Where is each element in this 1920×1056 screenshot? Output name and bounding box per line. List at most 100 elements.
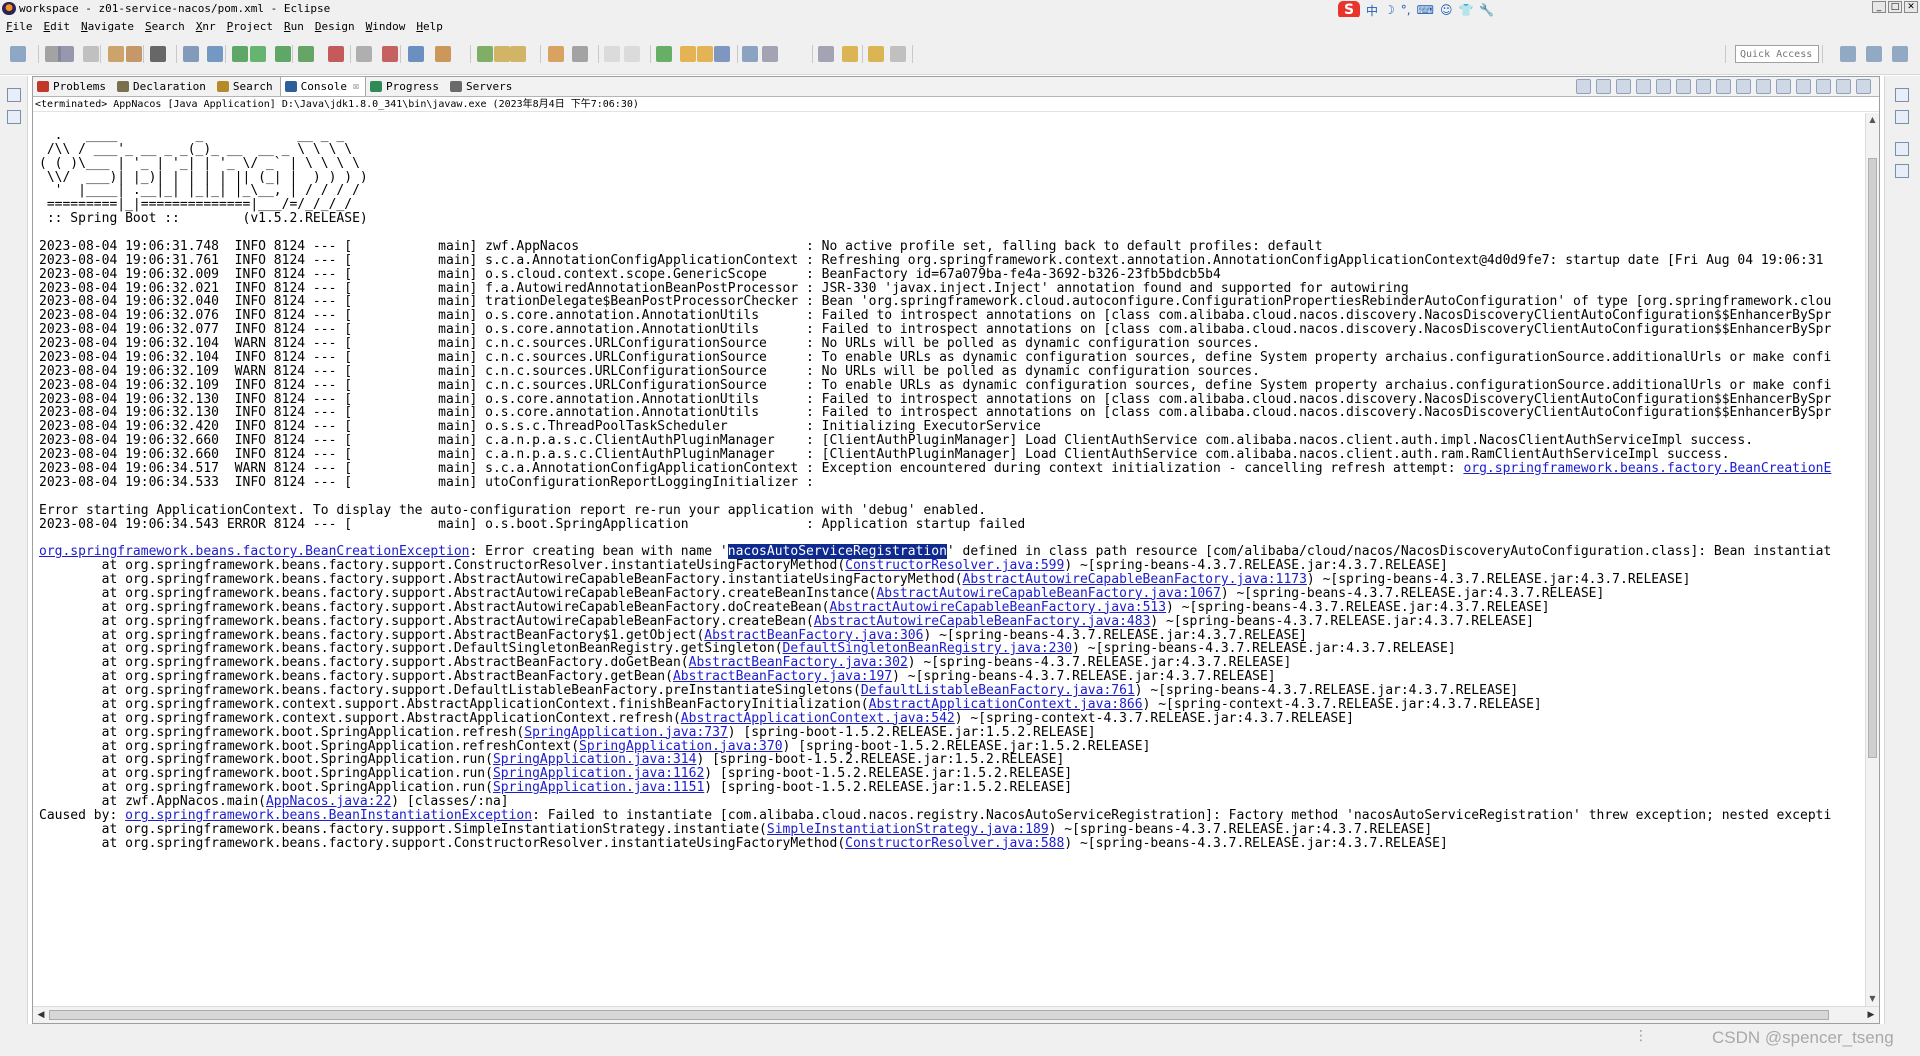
toolbar-action-icon[interactable] [510, 46, 526, 62]
toolbar-action-icon[interactable] [126, 46, 142, 62]
minimize-button[interactable]: _ [1872, 1, 1886, 13]
restore-icon[interactable] [1895, 88, 1909, 102]
word-wrap-icon[interactable] [1696, 79, 1711, 94]
toolbar-action-icon[interactable] [207, 46, 223, 62]
toolbar-action-icon[interactable] [604, 46, 620, 62]
package-explorer-icon[interactable] [7, 110, 21, 124]
vertical-scrollbar[interactable]: ▲ ▼ [1865, 113, 1879, 1006]
ime-tool-icon[interactable]: 🔧 [1479, 3, 1494, 17]
toolbar-action-icon[interactable] [742, 46, 758, 62]
toolbar-action-icon[interactable] [10, 46, 26, 62]
tab-problems[interactable]: Problems [33, 77, 113, 96]
menu-search[interactable]: Search [145, 20, 185, 33]
toolbar-action-icon[interactable] [83, 46, 99, 62]
ime-tool-icon[interactable]: ⌨ [1417, 3, 1434, 17]
tab-console[interactable]: Console ☒ [279, 76, 366, 96]
menu-navigate[interactable]: Navigate [81, 20, 134, 33]
toolbar-action-icon[interactable] [842, 46, 858, 62]
tab-search[interactable]: Search [213, 77, 280, 96]
tab-servers[interactable]: Servers [446, 77, 519, 96]
toolbar-action-icon[interactable] [548, 46, 564, 62]
toolbar-action-icon[interactable] [890, 46, 906, 62]
scroll-thumb[interactable] [1868, 158, 1877, 758]
view-menu-icon[interactable] [1816, 79, 1831, 94]
task-list-icon[interactable] [1895, 164, 1909, 178]
menu-project[interactable]: Project [227, 20, 273, 33]
toolbar-action-icon[interactable] [108, 46, 124, 62]
pin-console-icon[interactable] [1576, 79, 1591, 94]
tab-declaration[interactable]: Declaration [113, 77, 213, 96]
toolbar-action-icon[interactable] [624, 46, 640, 62]
menu-window[interactable]: Window [366, 20, 406, 33]
stacktrace-link[interactable]: SpringApplication.java:1151 [493, 780, 704, 795]
toolbar-action-icon[interactable] [58, 46, 74, 62]
scroll-lock-icon[interactable] [1676, 79, 1691, 94]
scroll-down-icon[interactable]: ▼ [1868, 994, 1877, 1004]
menu-run[interactable]: Run [284, 20, 304, 33]
ime-tool-icon[interactable]: °, [1401, 3, 1411, 17]
remove-launch-icon[interactable] [1616, 79, 1631, 94]
status-bar: ⋮ CSDN @spencer_tseng [0, 1024, 1920, 1056]
scroll-left-icon[interactable]: ◀ [35, 1009, 47, 1021]
toolbar-action-icon[interactable] [477, 46, 493, 62]
toolbar-action-icon[interactable] [328, 46, 344, 62]
display-selected-console-icon[interactable] [1776, 79, 1791, 94]
open-console-icon[interactable] [1796, 79, 1811, 94]
ime-tool-icon[interactable]: ☺ [1440, 3, 1453, 17]
toolbar-action-icon[interactable] [275, 46, 291, 62]
remove-all-terminated-icon[interactable] [1636, 79, 1651, 94]
stacktrace-link[interactable]: org.springframework.beans.factory.BeanCr… [1463, 461, 1831, 476]
ime-tool-icon[interactable]: ☽ [1384, 3, 1395, 17]
maximize-button[interactable]: □ [1888, 1, 1902, 13]
toolbar-action-icon[interactable] [250, 46, 266, 62]
close-button[interactable]: ✕ [1904, 1, 1918, 13]
scroll-up-icon[interactable]: ▲ [1868, 115, 1877, 125]
toolbar-action-icon[interactable] [298, 46, 314, 62]
toolbar-action-icon[interactable] [232, 46, 248, 62]
minimize-view-icon[interactable] [1836, 79, 1851, 94]
debug-perspective-icon[interactable] [1892, 46, 1908, 62]
toolbar-action-icon[interactable] [656, 46, 672, 62]
java-ee-perspective-icon[interactable] [1866, 46, 1882, 62]
open-perspective-icon[interactable] [1840, 46, 1856, 62]
toolbar-action-icon[interactable] [818, 46, 834, 62]
terminate-icon[interactable] [1596, 79, 1611, 94]
horizontal-scrollbar[interactable]: ◀ ▶ [33, 1006, 1879, 1023]
tab-progress[interactable]: Progress [366, 77, 446, 96]
clear-console-icon[interactable] [1656, 79, 1671, 94]
toolbar-action-icon[interactable] [868, 46, 884, 62]
toolbar-action-icon[interactable] [762, 46, 778, 62]
toolbar-action-icon[interactable] [183, 46, 199, 62]
toolbar-action-icon[interactable] [356, 46, 372, 62]
pin-icon[interactable] [1756, 79, 1771, 94]
toolbar-action-icon[interactable] [697, 46, 713, 62]
console-output[interactable]: . ____ _ __ _ _ /\\ / ___'_ __ _ _(_)_ _… [33, 113, 1865, 1006]
scroll-right-icon[interactable]: ▶ [1865, 1009, 1877, 1021]
menu-edit[interactable]: Edit [44, 20, 71, 33]
ime-tool-icon[interactable]: 中 [1366, 2, 1378, 19]
menu-help[interactable]: Help [416, 20, 443, 33]
show-on-stderr-icon[interactable] [1736, 79, 1751, 94]
maximize-view-icon[interactable] [1856, 79, 1871, 94]
restore-icon[interactable] [1895, 142, 1909, 156]
toolbar-action-icon[interactable] [714, 46, 730, 62]
toolbar-action-icon[interactable] [494, 46, 510, 62]
menu-file[interactable]: File [6, 20, 33, 33]
ime-tool-icon[interactable]: 👕 [1458, 3, 1473, 17]
outline-icon[interactable] [1895, 110, 1909, 124]
stacktrace-link[interactable]: ConstructorResolver.java:588 [845, 836, 1064, 851]
toolbar-action-icon[interactable] [408, 46, 424, 62]
close-tab-icon[interactable]: ☒ [353, 81, 359, 92]
toolbar-action-icon[interactable] [572, 46, 588, 62]
toolbar-action-icon[interactable] [680, 46, 696, 62]
toolbar-action-icon[interactable] [435, 46, 451, 62]
menu-design[interactable]: Design [315, 20, 355, 33]
scroll-thumb[interactable] [49, 1010, 1829, 1020]
show-on-stdout-icon[interactable] [1716, 79, 1731, 94]
quick-access-input[interactable] [1735, 45, 1819, 63]
toolbar-action-icon[interactable] [382, 46, 398, 62]
console-view-panel: Problems Declaration Search Console ☒ Progres… [32, 76, 1880, 1024]
restore-icon[interactable] [7, 88, 21, 102]
menu-xnr[interactable]: Xnr [196, 20, 216, 33]
toolbar-action-icon[interactable] [150, 46, 166, 62]
